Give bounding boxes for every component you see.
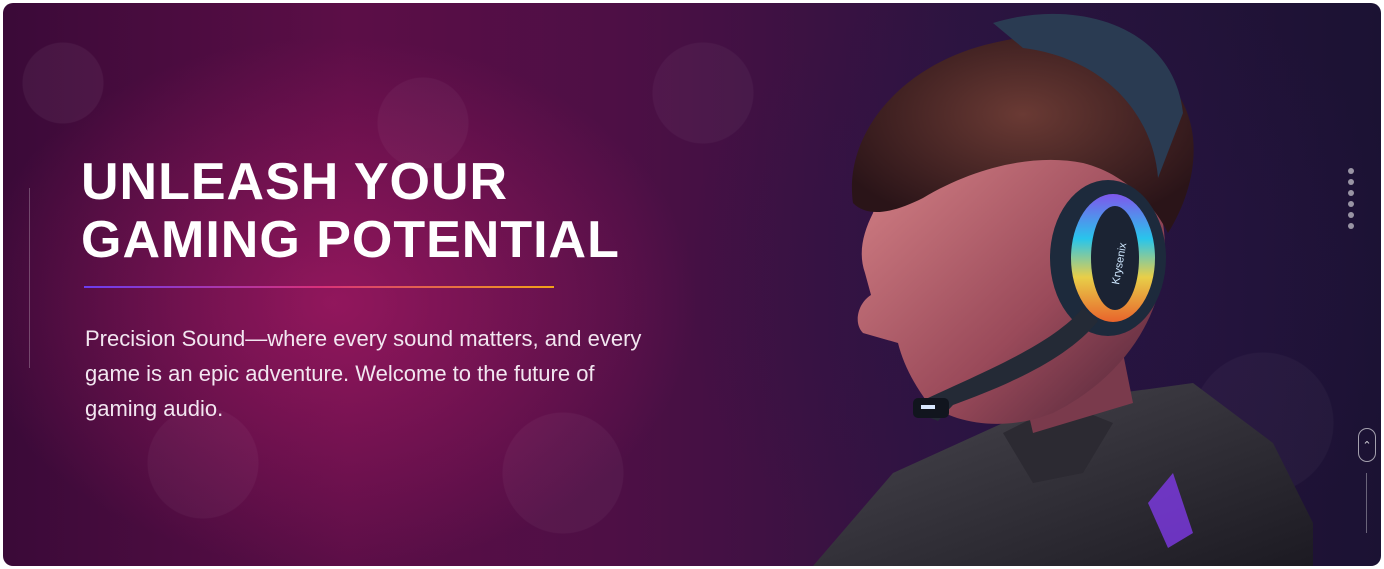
- hero-banner: UNLEASH YOUR GAMING POTENTIAL Precision …: [3, 3, 1381, 566]
- scroll-top-button[interactable]: ⌃: [1358, 428, 1376, 462]
- hero-image-gamer-headset: Krysenix: [813, 13, 1313, 566]
- headline-underline: [84, 286, 554, 288]
- pagination-dot[interactable]: [1348, 201, 1354, 207]
- pagination-dot[interactable]: [1348, 190, 1354, 196]
- pagination-dot[interactable]: [1348, 212, 1354, 218]
- scroll-indicator-line: [1366, 473, 1367, 533]
- pagination-dot[interactable]: [1348, 168, 1354, 174]
- pagination-dot[interactable]: [1348, 223, 1354, 229]
- left-divider: [29, 188, 30, 368]
- pagination-dot[interactable]: [1348, 179, 1354, 185]
- hero-headline: UNLEASH YOUR GAMING POTENTIAL: [81, 153, 741, 269]
- headline-line-2: GAMING POTENTIAL: [81, 211, 620, 269]
- slide-pagination: [1348, 168, 1356, 229]
- headline-line-1: UNLEASH YOUR: [81, 153, 509, 211]
- chevron-up-icon: ⌃: [1362, 439, 1372, 452]
- hero-description: Precision Sound—where every sound matter…: [85, 326, 642, 421]
